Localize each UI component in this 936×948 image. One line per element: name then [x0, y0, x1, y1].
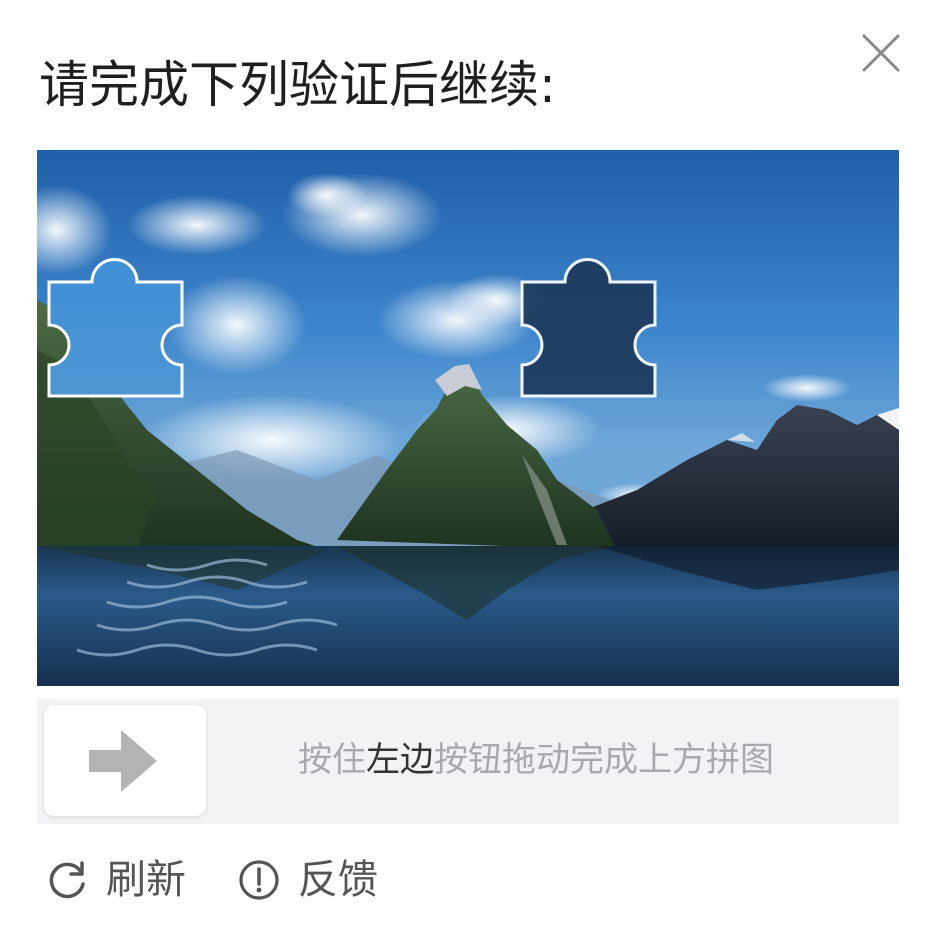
mountain-lake-landscape	[37, 150, 899, 686]
slider-hint: 按住左边按钮拖动完成上方拼图	[298, 736, 774, 784]
hint-before: 按住	[298, 740, 366, 780]
close-button[interactable]	[858, 30, 904, 76]
refresh-button[interactable]: 刷新	[48, 852, 186, 908]
feedback-button[interactable]: 反馈	[238, 852, 378, 908]
arrow-right-icon	[89, 730, 157, 792]
refresh-icon	[49, 861, 85, 899]
dialog-title: 请完成下列验证后继续:	[39, 56, 556, 114]
captcha-dialog: 请完成下列验证后继续: 按住左边按钮拖动完成上方拼图 刷新 反馈	[0, 0, 936, 948]
slider-handle[interactable]	[44, 705, 206, 816]
close-icon	[862, 34, 900, 72]
captcha-image	[37, 150, 899, 686]
info-circle-icon	[239, 860, 279, 900]
feedback-label: 反馈	[298, 857, 378, 903]
hint-after: 按钮拖动完成上方拼图	[434, 740, 774, 780]
hint-emphasis: 左边	[366, 740, 434, 780]
refresh-label: 刷新	[106, 857, 186, 903]
